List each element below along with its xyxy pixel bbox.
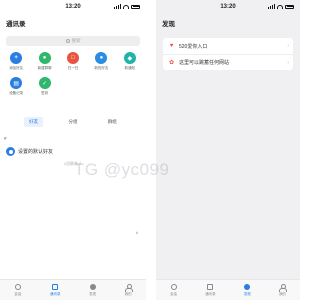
search-icon — [65, 39, 70, 43]
shortcut-new-friend[interactable]: ● 新的好友 — [87, 52, 115, 71]
add-friend-icon: + — [10, 52, 23, 64]
signal-icon — [114, 4, 121, 9]
tabbar-item-3[interactable]: 我的 — [278, 283, 288, 297]
shortcut-check-in[interactable]: ✓ 签到 — [30, 77, 58, 96]
battery-icon — [285, 4, 294, 9]
page-title: 发现 — [162, 21, 175, 28]
bottom-tab-bar: 会话 通讯录 发现 我的 — [0, 279, 146, 300]
page-title: 通讯录 — [6, 21, 26, 28]
tabbar-label: 发现 — [243, 291, 251, 296]
shortcut-notification[interactable]: ◆ 新通知 — [116, 52, 144, 71]
tabbar-label: 会话 — [170, 291, 178, 296]
tab-2[interactable]: 群组 — [103, 117, 122, 127]
shortcut-scan[interactable]: □ 扫一扫 — [59, 52, 87, 71]
link-icon: ✿ — [168, 60, 175, 66]
tabbar-item-2[interactable]: 发现 — [244, 284, 251, 297]
tab-0[interactable]: 好友 — [24, 117, 44, 127]
status-bar: 13:20 — [156, 0, 300, 14]
tabbar-item-0[interactable]: 会话 — [170, 284, 177, 297]
tabbar-item-2[interactable]: 发现 — [89, 284, 96, 297]
index-header: # — [4, 136, 7, 141]
shortcut-label: 新的好友 — [94, 66, 109, 70]
tabbar-label: 通讯录 — [205, 291, 216, 296]
shortcut-add-friend[interactable]: + 添加好友 — [2, 52, 30, 71]
contacts-icon — [207, 284, 214, 291]
chevron-right-icon: › — [287, 60, 289, 66]
wifi-icon — [277, 4, 283, 9]
shortcut-device-record[interactable]: ▤ 设备记录 — [2, 77, 30, 96]
signal-icon — [268, 4, 275, 9]
tab-1[interactable]: 分组 — [63, 117, 82, 127]
shortcut-group-chat[interactable]: ● 新建群聊 — [30, 52, 58, 71]
compass-icon — [89, 284, 96, 291]
group-chat-icon: ● — [38, 52, 51, 64]
avatar — [6, 147, 15, 156]
search-input[interactable]: 搜索 — [6, 36, 140, 46]
contacts-icon — [52, 284, 59, 291]
wifi-icon — [123, 4, 129, 9]
heart-badge-icon: ♥ — [169, 43, 174, 49]
scan-icon: □ — [66, 52, 79, 64]
discover-item-website[interactable]: ✿ 这里可以跳蓄任何网站 › — [163, 54, 293, 70]
shortcut-label: 扫一扫 — [67, 66, 79, 70]
list-item[interactable]: 设置的默认好友 — [0, 141, 146, 156]
search-placeholder: 搜索 — [71, 38, 81, 43]
chat-icon — [170, 284, 177, 291]
discover-item-love-entry[interactable]: ♥ 520爱你入口 › — [163, 38, 293, 54]
tabbar-item-0[interactable]: 会话 — [14, 284, 21, 297]
shortcut-label: 添加好友 — [9, 66, 24, 70]
tabbar-label: 会话 — [14, 291, 22, 296]
chat-icon — [14, 284, 21, 291]
discover-item-label: 这里可以跳蓄任何网站 — [179, 60, 230, 66]
battery-icon — [131, 4, 140, 9]
discover-item-label: 520爱你入口 — [179, 43, 208, 50]
notification-icon: ◆ — [123, 52, 136, 64]
friend-name: 设置的默认好友 — [18, 149, 54, 155]
tabbar-label: 我的 — [124, 291, 132, 296]
shortcut-grid: + 添加好友 ● 新建群聊 □ 扫一扫 ● 新的好友 ◆ 新通知 ▤ 设备记录 ✓ 签到 — [0, 46, 146, 96]
shortcut-label: 新通知 — [124, 66, 136, 70]
shortcut-label: 签到 — [41, 91, 49, 95]
tabbar-label: 通讯录 — [49, 291, 61, 296]
tabbar-item-1[interactable]: 通讯录 — [49, 284, 61, 297]
shortcut-label: 设备记录 — [9, 91, 24, 95]
watermark: TG @yc099 — [74, 160, 170, 179]
user-icon — [125, 283, 134, 292]
status-bar: 13:20 — [0, 0, 146, 14]
tabbar-item-1[interactable]: 通讯录 — [205, 284, 216, 297]
check-in-icon: ✓ — [38, 77, 51, 89]
new-friend-icon: ● — [95, 52, 108, 64]
chevron-right-icon: › — [287, 43, 289, 49]
discover-list: ♥ 520爱你入口 › ✿ 这里可以跳蓄任何网站 › — [163, 38, 293, 70]
tabbar-item-3[interactable]: 我的 — [124, 283, 134, 297]
contact-tabs: 好友 分组 群组 — [0, 117, 146, 127]
tabbar-label: 发现 — [89, 291, 97, 296]
shortcut-label: 新建群聊 — [37, 66, 52, 70]
compass-icon — [244, 284, 251, 291]
user-icon — [279, 283, 288, 292]
discover-screen: 13:20 发现 ♥ 520爱你入口 › ✿ 这里可以跳蓄任何网站 › 会话 通讯… — [156, 0, 300, 300]
alphabet-index[interactable]: # — [136, 230, 138, 235]
contacts-screen: 13:20 通讯录 搜索 + 添加好友 ● 新建群聊 □ 扫一扫 ● 新的好友 ◆ 新通知 ▤ 设备记… — [0, 0, 146, 300]
device-record-icon: ▤ — [10, 77, 23, 89]
bottom-tab-bar: 会话 通讯录 发现 我的 — [156, 279, 300, 300]
tabbar-label: 我的 — [278, 291, 286, 296]
